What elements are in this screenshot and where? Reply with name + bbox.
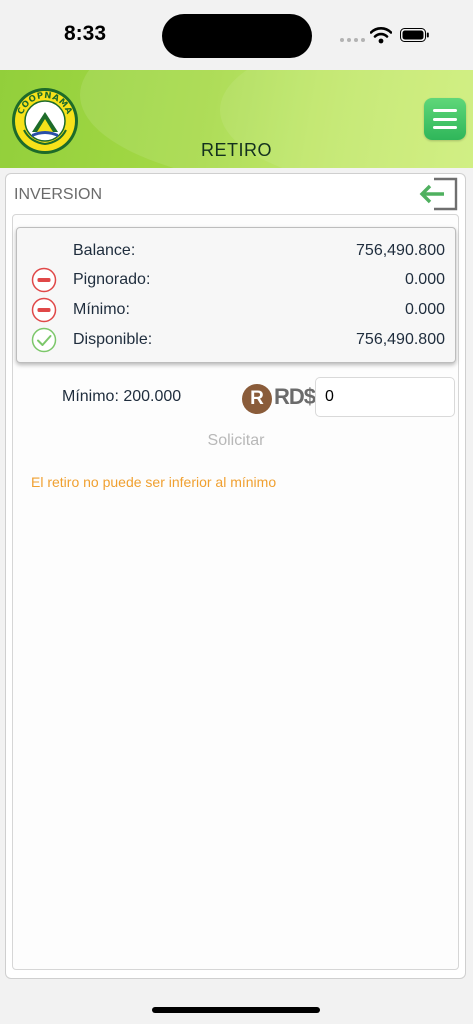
minus-circle-icon xyxy=(31,297,57,323)
currency-label: RD$ xyxy=(274,384,316,409)
status-bar: 8:33 xyxy=(0,0,473,70)
minimo-row: Mínimo: 0.000 xyxy=(17,295,457,325)
disponible-row: Disponible: 756,490.800 xyxy=(17,325,457,355)
validation-warning: El retiro no puede ser inferior al mínim… xyxy=(31,474,277,490)
section-title: INVERSION xyxy=(14,186,103,203)
balance-label: Balance: xyxy=(73,242,136,259)
check-circle-icon xyxy=(31,327,57,353)
minus-circle-icon xyxy=(31,267,57,293)
amount-input[interactable] xyxy=(315,377,455,417)
page-title: RETIRO xyxy=(200,140,272,160)
dynamic-island xyxy=(162,14,312,58)
solicitar-button[interactable]: Solicitar xyxy=(186,426,286,456)
signal-icon xyxy=(340,38,366,42)
hamburger-menu-button[interactable] xyxy=(424,98,466,140)
minimo-label: Mínimo: xyxy=(73,301,130,318)
currency-badge-icon: R xyxy=(242,384,272,414)
disponible-value: 756,490.800 xyxy=(356,331,445,348)
exit-arrow-icon[interactable] xyxy=(416,176,460,212)
investment-card: INVERSION Balance: 756,490.800 Pignorado… xyxy=(5,173,466,979)
disponible-label: Disponible: xyxy=(73,331,153,348)
pignorado-row: Pignorado: 0.000 xyxy=(17,265,457,295)
balance-row: Balance: 756,490.800 xyxy=(17,236,457,266)
app-header: COOPNAMA RETIRO xyxy=(0,70,473,168)
wifi-icon xyxy=(370,27,392,44)
balance-value: 756,490.800 xyxy=(356,242,445,259)
minimo-value: 0.000 xyxy=(404,301,445,318)
battery-icon xyxy=(400,28,429,42)
home-indicator[interactable] xyxy=(152,1007,320,1013)
menu-icon xyxy=(433,109,457,112)
status-time: 8:33 xyxy=(64,22,107,45)
pignorado-value: 0.000 xyxy=(404,271,445,288)
pignorado-label: Pignorado: xyxy=(73,271,151,288)
minimum-amount-text: Mínimo: 200.000 xyxy=(62,388,182,405)
balance-summary: Balance: 756,490.800 Pignorado: 0.000 Mí… xyxy=(16,227,456,363)
